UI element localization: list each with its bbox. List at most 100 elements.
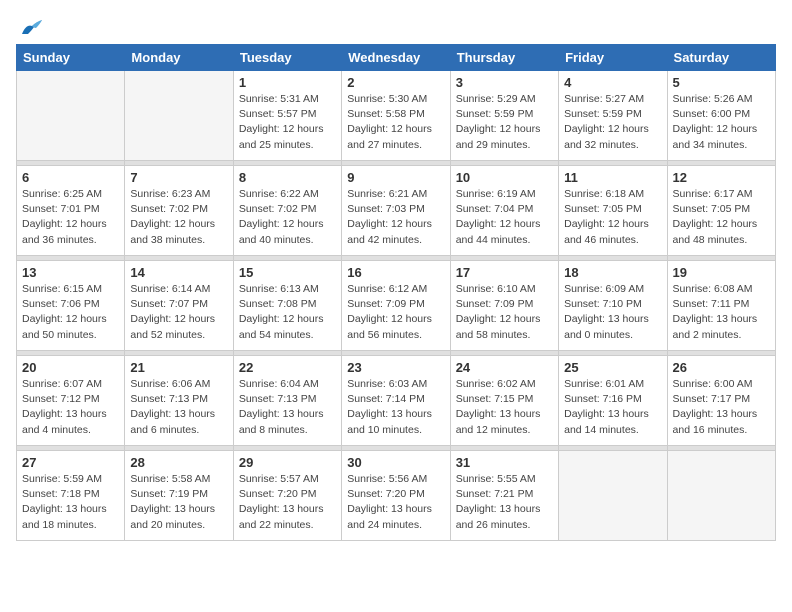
day-number: 6 [22,170,119,185]
day-number: 28 [130,455,227,470]
day-number: 9 [347,170,444,185]
calendar-cell: 1 Sunrise: 5:31 AMSunset: 5:57 PMDaylight… [233,71,341,161]
calendar-week-row: 6 Sunrise: 6:25 AMSunset: 7:01 PMDaylight… [17,166,776,256]
day-number: 3 [456,75,553,90]
day-info: Sunrise: 6:00 AMSunset: 7:17 PMDaylight:… [673,377,770,438]
calendar-cell: 18Sunrise: 6:09 AMSunset: 7:10 PMDayligh… [559,261,667,351]
day-info: Sunrise: 5:29 AMSunset: 5:59 PMDaylight:… [456,92,553,153]
day-info: Sunrise: 6:18 AMSunset: 7:05 PMDaylight:… [564,187,661,248]
day-number: 10 [456,170,553,185]
calendar-cell: 22 Sunrise: 6:04 AMSunset: 7:13 PMDayligh… [233,356,341,446]
day-info: Sunrise: 6:03 AMSunset: 7:14 PMDaylight:… [347,377,444,438]
calendar-week-row: 27Sunrise: 5:59 AMSunset: 7:18 PMDayligh… [17,451,776,541]
day-info: Sunrise: 5:27 AMSunset: 5:59 PMDaylight:… [564,92,661,153]
calendar-cell: 14Sunrise: 6:14 AMSunset: 7:07 PMDayligh… [125,261,233,351]
day-info: Sunrise: 6:19 AMSunset: 7:04 PMDaylight:… [456,187,553,248]
logo-bird-icon [18,16,46,38]
day-info: Sunrise: 5:57 AMSunset: 7:20 PMDaylight:… [239,472,336,533]
calendar-cell [17,71,125,161]
day-number: 1 [239,75,336,90]
calendar-cell: 15 Sunrise: 6:13 AMSunset: 7:08 PMDayligh… [233,261,341,351]
calendar-cell [559,451,667,541]
calendar-week-row: 13 Sunrise: 6:15 AMSunset: 7:06 PMDayligh… [17,261,776,351]
calendar-cell: 27Sunrise: 5:59 AMSunset: 7:18 PMDayligh… [17,451,125,541]
day-number: 4 [564,75,661,90]
day-number: 23 [347,360,444,375]
day-info: Sunrise: 6:02 AMSunset: 7:15 PMDaylight:… [456,377,553,438]
day-info: Sunrise: 6:21 AMSunset: 7:03 PMDaylight:… [347,187,444,248]
day-info: Sunrise: 6:06 AMSunset: 7:13 PMDaylight:… [130,377,227,438]
day-number: 29 [239,455,336,470]
calendar-cell: 16Sunrise: 6:12 AMSunset: 7:09 PMDayligh… [342,261,450,351]
calendar-cell: 26 Sunrise: 6:00 AMSunset: 7:17 PMDayligh… [667,356,775,446]
day-info: Sunrise: 6:17 AMSunset: 7:05 PMDaylight:… [673,187,770,248]
calendar-cell: 25 Sunrise: 6:01 AMSunset: 7:16 PMDayligh… [559,356,667,446]
calendar-cell: 4 Sunrise: 5:27 AMSunset: 5:59 PMDaylight… [559,71,667,161]
calendar-cell: 5 Sunrise: 5:26 AMSunset: 6:00 PMDaylight… [667,71,775,161]
calendar-week-row: 20Sunrise: 6:07 AMSunset: 7:12 PMDayligh… [17,356,776,446]
calendar-cell [667,451,775,541]
day-number: 13 [22,265,119,280]
day-info: Sunrise: 6:15 AMSunset: 7:06 PMDaylight:… [22,282,119,343]
day-info: Sunrise: 6:01 AMSunset: 7:16 PMDaylight:… [564,377,661,438]
calendar-cell: 29 Sunrise: 5:57 AMSunset: 7:20 PMDayligh… [233,451,341,541]
day-number: 21 [130,360,227,375]
day-info: Sunrise: 5:55 AMSunset: 7:21 PMDaylight:… [456,472,553,533]
calendar-cell: 9 Sunrise: 6:21 AMSunset: 7:03 PMDaylight… [342,166,450,256]
day-info: Sunrise: 5:30 AMSunset: 5:58 PMDaylight:… [347,92,444,153]
calendar-cell: 28Sunrise: 5:58 AMSunset: 7:19 PMDayligh… [125,451,233,541]
calendar-cell: 8Sunrise: 6:22 AMSunset: 7:02 PMDaylight… [233,166,341,256]
day-number: 22 [239,360,336,375]
weekday-header-monday: Monday [125,45,233,71]
day-info: Sunrise: 6:10 AMSunset: 7:09 PMDaylight:… [456,282,553,343]
day-info: Sunrise: 5:56 AMSunset: 7:20 PMDaylight:… [347,472,444,533]
logo [16,16,46,38]
calendar-cell: 3 Sunrise: 5:29 AMSunset: 5:59 PMDaylight… [450,71,558,161]
day-number: 14 [130,265,227,280]
calendar-cell: 10 Sunrise: 6:19 AMSunset: 7:04 PMDayligh… [450,166,558,256]
weekday-header-wednesday: Wednesday [342,45,450,71]
weekday-header-tuesday: Tuesday [233,45,341,71]
day-info: Sunrise: 5:31 AMSunset: 5:57 PMDaylight:… [239,92,336,153]
day-number: 30 [347,455,444,470]
calendar-cell: 19 Sunrise: 6:08 AMSunset: 7:11 PMDayligh… [667,261,775,351]
day-info: Sunrise: 6:08 AMSunset: 7:11 PMDaylight:… [673,282,770,343]
calendar-cell: 23 Sunrise: 6:03 AMSunset: 7:14 PMDayligh… [342,356,450,446]
calendar-week-row: 1 Sunrise: 5:31 AMSunset: 5:57 PMDaylight… [17,71,776,161]
day-info: Sunrise: 6:13 AMSunset: 7:08 PMDaylight:… [239,282,336,343]
day-info: Sunrise: 6:12 AMSunset: 7:09 PMDaylight:… [347,282,444,343]
calendar-cell: 7Sunrise: 6:23 AMSunset: 7:02 PMDaylight… [125,166,233,256]
calendar-cell: 31 Sunrise: 5:55 AMSunset: 7:21 PMDayligh… [450,451,558,541]
page-header [16,16,776,38]
day-number: 27 [22,455,119,470]
day-number: 25 [564,360,661,375]
day-info: Sunrise: 6:25 AMSunset: 7:01 PMDaylight:… [22,187,119,248]
calendar-table: SundayMondayTuesdayWednesdayThursdayFrid… [16,44,776,541]
day-number: 5 [673,75,770,90]
day-number: 26 [673,360,770,375]
calendar-cell: 21 Sunrise: 6:06 AMSunset: 7:13 PMDayligh… [125,356,233,446]
weekday-header-sunday: Sunday [17,45,125,71]
day-number: 2 [347,75,444,90]
calendar-cell: 13 Sunrise: 6:15 AMSunset: 7:06 PMDayligh… [17,261,125,351]
weekday-header-friday: Friday [559,45,667,71]
day-number: 11 [564,170,661,185]
day-info: Sunrise: 6:04 AMSunset: 7:13 PMDaylight:… [239,377,336,438]
day-number: 12 [673,170,770,185]
calendar-header-row: SundayMondayTuesdayWednesdayThursdayFrid… [17,45,776,71]
calendar-cell: 30 Sunrise: 5:56 AMSunset: 7:20 PMDayligh… [342,451,450,541]
day-number: 15 [239,265,336,280]
day-number: 17 [456,265,553,280]
day-number: 19 [673,265,770,280]
day-number: 31 [456,455,553,470]
day-info: Sunrise: 6:22 AMSunset: 7:02 PMDaylight:… [239,187,336,248]
calendar-cell: 24 Sunrise: 6:02 AMSunset: 7:15 PMDayligh… [450,356,558,446]
calendar-cell: 2 Sunrise: 5:30 AMSunset: 5:58 PMDaylight… [342,71,450,161]
weekday-header-thursday: Thursday [450,45,558,71]
day-number: 7 [130,170,227,185]
day-number: 20 [22,360,119,375]
calendar-cell: 20Sunrise: 6:07 AMSunset: 7:12 PMDayligh… [17,356,125,446]
day-number: 24 [456,360,553,375]
calendar-cell [125,71,233,161]
day-info: Sunrise: 5:26 AMSunset: 6:00 PMDaylight:… [673,92,770,153]
